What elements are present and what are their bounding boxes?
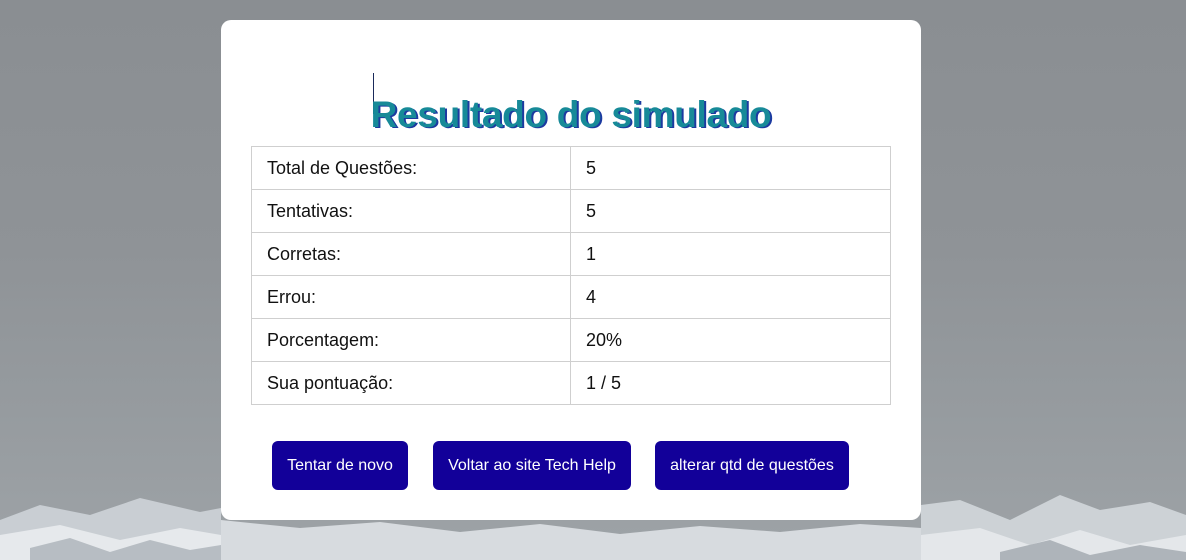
row-value-total: 5 — [570, 146, 891, 190]
row-label-score: Sua pontuação: — [251, 361, 571, 405]
results-card: Resultado do simulado Total de Questões:… — [221, 20, 921, 520]
table-row: Tentativas: 5 — [251, 189, 891, 233]
row-value-attempts: 5 — [570, 189, 891, 233]
row-value-correct: 1 — [570, 232, 891, 276]
table-row: Errou: 4 — [251, 275, 891, 319]
row-value-percentage: 20% — [570, 318, 891, 362]
row-label-correct: Corretas: — [251, 232, 571, 276]
row-label-wrong: Errou: — [251, 275, 571, 319]
row-value-score: 1 / 5 — [570, 361, 891, 405]
page-title: Resultado do simulado — [370, 94, 772, 135]
row-label-total: Total de Questões: — [251, 146, 571, 190]
table-row: Sua pontuação: 1 / 5 — [251, 361, 891, 405]
table-row: Total de Questões: 5 — [251, 146, 891, 190]
table-row: Corretas: 1 — [251, 232, 891, 276]
retry-button[interactable]: Tentar de novo — [272, 441, 408, 490]
back-to-site-button[interactable]: Voltar ao site Tech Help — [433, 441, 631, 490]
row-label-attempts: Tentativas: — [251, 189, 571, 233]
change-question-count-button[interactable]: alterar qtd de questões — [655, 441, 849, 490]
row-label-percentage: Porcentagem: — [251, 318, 571, 362]
results-table: Total de Questões: 5 Tentativas: 5 Corre… — [251, 146, 891, 405]
table-row: Porcentagem: 20% — [251, 318, 891, 362]
row-value-wrong: 4 — [570, 275, 891, 319]
